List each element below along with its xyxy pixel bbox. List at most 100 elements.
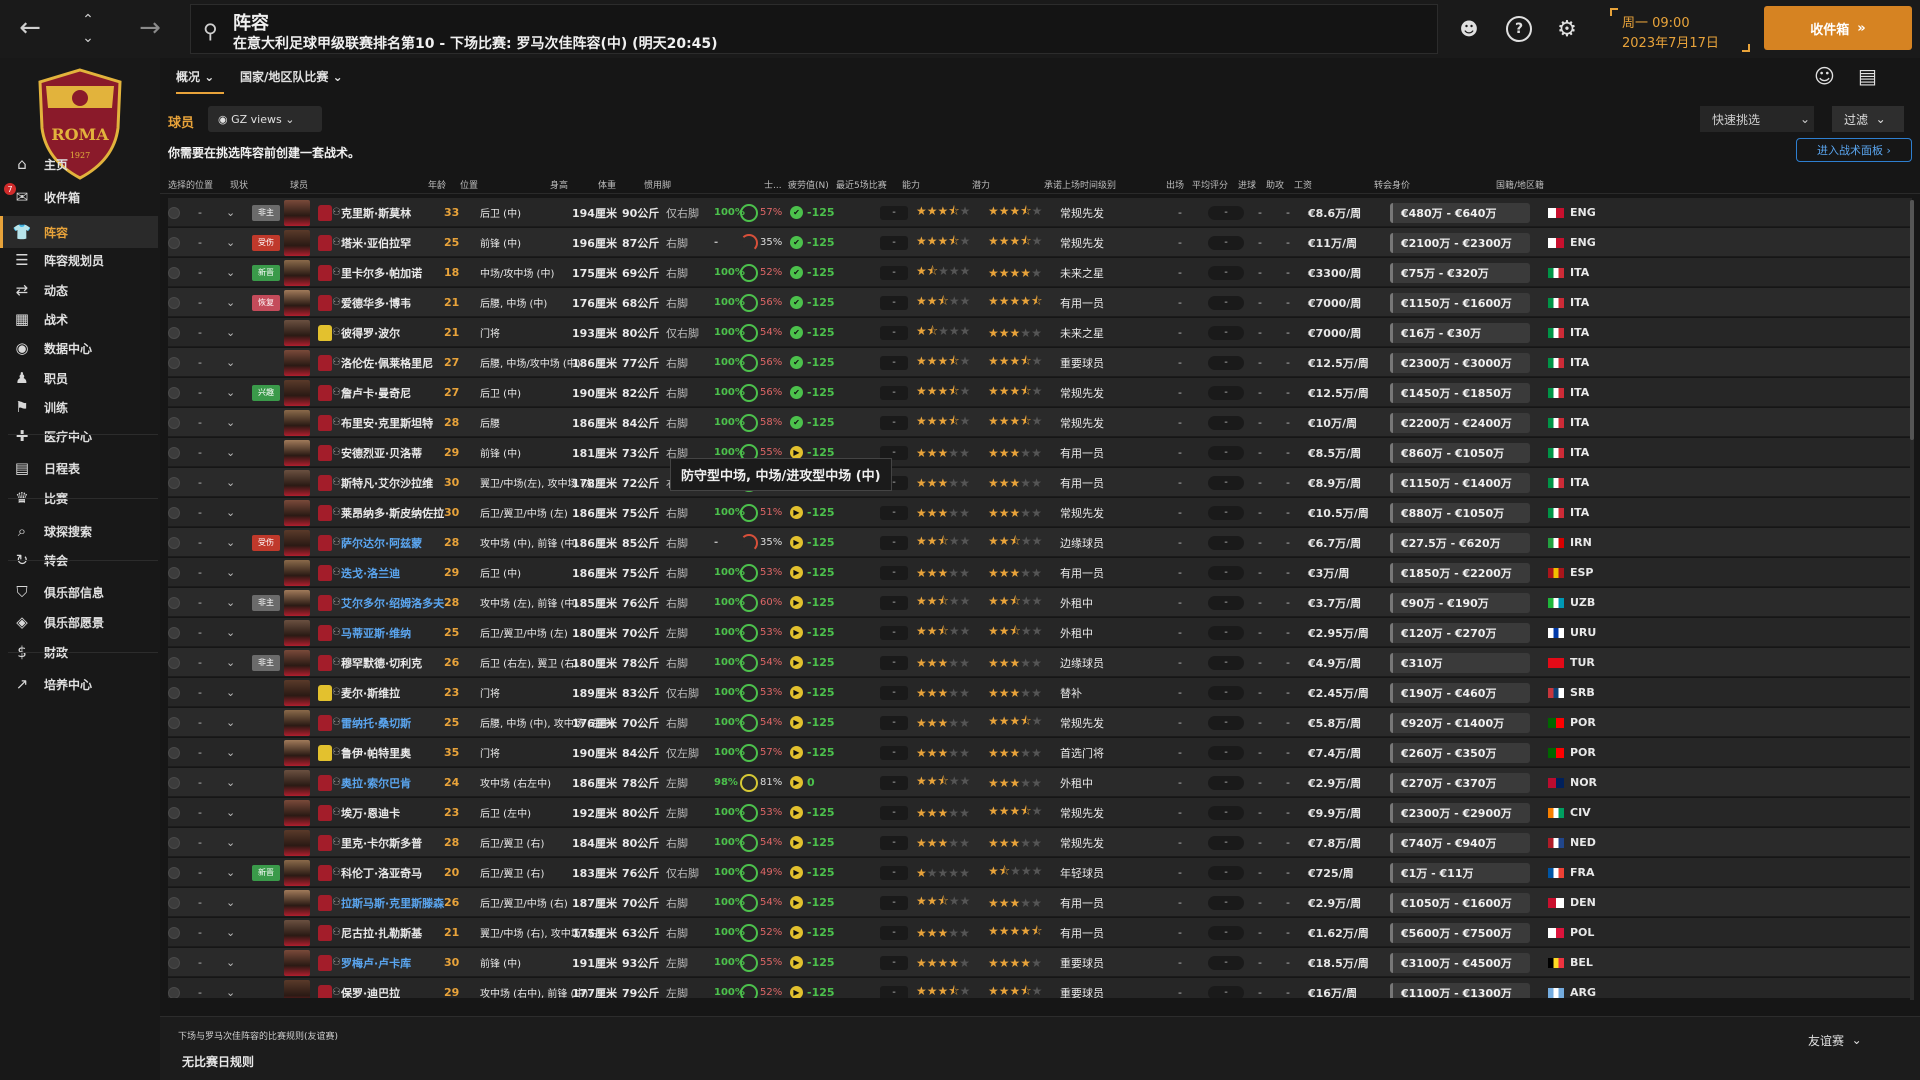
position-dropdown[interactable]: ⌄ [226,228,246,257]
chevron-down-icon[interactable]: ⌄ [226,806,235,819]
sidebar-item-tactics[interactable]: ▦ 战术 [0,303,158,335]
player-cell[interactable]: ⚇ 克里斯·斯莫林 [318,198,458,227]
table-row[interactable]: - ⌄ ⚇ 拉斯马斯·克里斯滕森 26 后卫/翼卫/中场 (右) 187厘米 70公斤 右脚… [168,888,1912,917]
chevron-down-icon[interactable]: ⌄ [226,476,235,489]
player-name[interactable]: 埃万·恩迪卡 [341,805,400,821]
row-checkbox[interactable] [168,446,180,459]
back-arrow-icon[interactable]: ← [14,10,46,46]
player-cell[interactable]: ⚇ 洛伦佐·佩莱格里尼 [318,348,458,377]
position-dropdown[interactable]: ⌄ [226,198,246,227]
player-name[interactable]: 迭戈·洛兰迪 [341,565,400,581]
column-header[interactable]: 潜力 [972,178,990,191]
value-cell[interactable]: €1050万 - €1600万 [1390,888,1540,917]
position-select-cell[interactable]: - [198,408,218,437]
table-row[interactable]: - ⌄ 非主 ⚇ 穆罕默德·切利克 26 后卫 (右左), 翼卫 (右) 180厘米 78公… [168,648,1912,677]
player-name[interactable]: 斯特凡·艾尔沙拉维 [341,475,433,491]
transfer-value[interactable]: €270万 - €370万 [1390,772,1530,793]
transfer-value[interactable]: €3100万 - €4500万 [1390,952,1530,973]
value-cell[interactable]: €2200万 - €2400万 [1390,408,1540,437]
player-name[interactable]: 莱昂纳多·斯皮纳佐拉 [341,505,444,521]
position-select-cell[interactable]: - [198,228,218,257]
select-cell[interactable] [168,288,188,317]
column-header[interactable]: 转会身价 [1374,178,1410,191]
player-name[interactable]: 尼古拉·扎勒斯基 [341,925,422,941]
player-name[interactable]: 雷纳托·桑切斯 [341,715,411,731]
player-name[interactable]: 克里斯·斯莫林 [341,205,411,221]
value-cell[interactable]: €260万 - €350万 [1390,738,1540,767]
column-header[interactable]: 年龄 [428,178,446,191]
position-dropdown[interactable]: ⌄ [226,408,246,437]
position-select-cell[interactable]: - [198,438,218,467]
player-cell[interactable]: ⚇ 尼古拉·扎勒斯基 [318,918,458,947]
chevron-down-icon[interactable]: ⌄ [226,776,235,789]
row-checkbox[interactable] [168,206,180,219]
position-select-cell[interactable]: - [198,888,218,917]
position-dropdown[interactable]: ⌄ [226,318,246,347]
value-cell[interactable]: €1150万 - €1400万 [1390,468,1540,497]
player-cell[interactable]: ⚇ 麦尔·斯维拉 [318,678,458,707]
table-row[interactable]: - ⌄ ⚇ 马蒂亚斯·维纳 25 后卫/翼卫/中场 (左) 180厘米 70公斤 左脚 100… [168,618,1912,647]
select-cell[interactable] [168,618,188,647]
sidebar-item-staff[interactable]: ♟ 职员 [0,362,158,394]
player-position[interactable]: 前锋 (中) [480,955,521,970]
chevron-down-icon[interactable]: ⌄ [226,386,235,399]
position-select-cell[interactable]: - [198,318,218,347]
transfer-value[interactable]: €16万 - €30万 [1390,322,1530,343]
table-row[interactable]: - ⌄ ⚇ 雷纳托·桑切斯 25 后腰, 中场 (中), 攻中场 (右中) 176厘米 7… [168,708,1912,737]
row-checkbox[interactable] [168,386,180,399]
position-select-cell[interactable]: - [198,498,218,527]
player-name[interactable]: 艾尔多尔·绍姆洛多夫 [341,595,444,611]
transfer-value[interactable]: €310万 [1390,652,1530,673]
chevron-down-icon[interactable]: ⌄ [226,956,235,969]
player-cell[interactable]: ⚇ 莱昂纳多·斯皮纳佐拉 [318,498,458,527]
sidebar-item-calendar[interactable]: ▤ 日程表 [0,452,158,484]
player-name[interactable]: 彼得罗·波尔 [341,325,400,341]
player-position[interactable]: 前锋 (中) [480,235,521,250]
chevron-down-icon[interactable]: ⌄ [226,746,235,759]
player-cell[interactable]: ⚇ 里克·卡尔斯多普 [318,828,458,857]
player-position[interactable]: 后卫/翼卫/中场 (左) [480,625,568,640]
column-header[interactable]: 助攻 [1266,178,1284,191]
player-cell[interactable]: ⚇ 塔米·亚伯拉罕 [318,228,458,257]
row-checkbox[interactable] [168,836,180,849]
player-cell[interactable]: ⚇ 埃万·恩迪卡 [318,798,458,827]
player-name[interactable]: 里克·卡尔斯多普 [341,835,422,851]
assistant-avatar-icon[interactable]: ☺ [1814,64,1835,88]
position-dropdown[interactable]: ⌄ [226,438,246,467]
transfer-value[interactable]: €190万 - €460万 [1390,682,1530,703]
column-header[interactable]: 工资 [1294,178,1312,191]
position-select-cell[interactable]: - [198,348,218,377]
column-header[interactable]: 疲劳值(N) [788,178,829,191]
player-cell[interactable]: ⚇ 罗梅卢·卢卡库 [318,948,458,977]
player-position[interactable]: 攻中场 (右左中) [480,775,551,790]
column-header[interactable]: 惯用脚 [644,178,671,191]
player-position[interactable]: 门将 [480,745,500,760]
player-name[interactable]: 萨尔达尔·阿兹蒙 [341,535,422,551]
player-cell[interactable]: ⚇ 里卡尔多·帕加诺 [318,258,458,287]
player-cell[interactable]: ⚇ 迭戈·洛兰迪 [318,558,458,587]
transfer-value[interactable]: €75万 - €320万 [1390,262,1530,283]
player-name[interactable]: 詹卢卡·曼奇尼 [341,385,411,401]
match-type-select[interactable]: 友谊赛 ⌄ [1800,1029,1892,1051]
table-row[interactable]: - ⌄ 非主 ⚇ 克里斯·斯莫林 33 后卫 (中) 194厘米 90公斤 仅右脚 100% 57… [168,198,1912,227]
chevron-down-icon[interactable]: ⌄ [226,656,235,669]
table-row[interactable]: - ⌄ ⚇ 布里安·克里斯坦特 28 后腰 186厘米 84公斤 右脚 100% 58% ✔ -12… [168,408,1912,437]
position-select-cell[interactable]: - [198,768,218,797]
transfer-value[interactable]: €1100万 - €1300万 [1390,982,1530,998]
sidebar-item-home[interactable]: ⌂ 主页 [0,148,158,180]
row-checkbox[interactable] [168,566,180,579]
select-cell[interactable] [168,258,188,287]
player-position[interactable]: 后腰 [480,415,500,430]
quick-pick-select[interactable]: 快速挑选 ⌄ [1700,106,1814,132]
player-position[interactable]: 后卫 (中) [480,205,521,220]
value-cell[interactable]: €1100万 - €1300万 [1390,978,1540,998]
shortlist-icon[interactable]: ▤ [1858,64,1877,88]
transfer-value[interactable]: €740万 - €940万 [1390,832,1530,853]
column-header[interactable]: 平均评分 [1192,178,1228,191]
player-cell[interactable]: ⚇ 艾尔多尔·绍姆洛多夫 [318,588,458,617]
select-cell[interactable] [168,378,188,407]
column-header[interactable]: 国籍/地区籍 [1496,178,1544,191]
player-cell[interactable]: ⚇ 科伦丁·洛亚奇马 [318,858,458,887]
chevron-down-icon[interactable]: ⌄ [226,566,235,579]
position-select-cell[interactable]: - [198,468,218,497]
